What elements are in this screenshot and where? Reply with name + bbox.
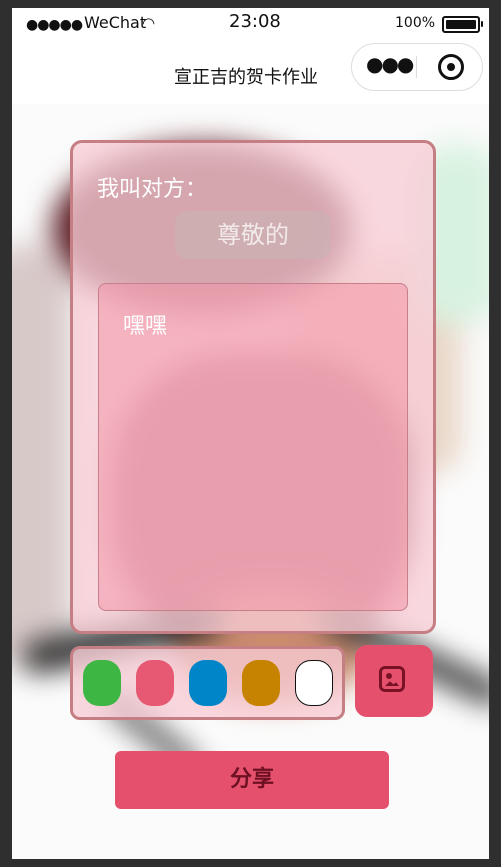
image-icon bbox=[379, 666, 405, 692]
status-bar: ●●●●● WeChat ◠ 23:08 100% bbox=[12, 8, 489, 40]
page-title: 宣正吉的贺卡作业 bbox=[174, 67, 318, 88]
menu-capsule: ●●● bbox=[351, 43, 483, 91]
share-button[interactable]: 分享 bbox=[115, 751, 389, 809]
signal-icon: ●●●●● bbox=[26, 17, 83, 33]
message-text: 嘿嘿 bbox=[123, 314, 168, 339]
color-swatch-blue[interactable] bbox=[189, 660, 227, 706]
call-label: 我叫对方： bbox=[97, 177, 208, 202]
status-time: 23:08 bbox=[229, 11, 281, 32]
battery-icon bbox=[442, 16, 483, 33]
color-swatch-green[interactable] bbox=[83, 660, 121, 706]
battery-percent: 100% bbox=[395, 15, 436, 31]
color-palette bbox=[70, 646, 345, 720]
carrier-label: WeChat bbox=[84, 13, 147, 32]
choose-image-button[interactable] bbox=[355, 645, 433, 717]
color-swatch-white[interactable] bbox=[295, 660, 333, 706]
phone-screen: ●●●●● WeChat ◠ 23:08 100% 宣正吉的贺卡作业 ●●● 我… bbox=[12, 8, 489, 859]
nickname-input[interactable]: 尊敬的 bbox=[175, 211, 331, 259]
message-textarea[interactable]: 嘿嘿 bbox=[98, 283, 408, 611]
nav-bar: 宣正吉的贺卡作业 ●●● bbox=[12, 40, 489, 104]
close-target-icon[interactable] bbox=[438, 54, 464, 80]
color-swatch-pink[interactable] bbox=[136, 660, 174, 706]
more-icon[interactable]: ●●● bbox=[366, 52, 414, 76]
capsule-divider bbox=[416, 56, 417, 78]
wifi-icon: ◠ bbox=[142, 14, 156, 32]
color-swatch-gold[interactable] bbox=[242, 660, 280, 706]
greeting-card: 我叫对方： 尊敬的 嘿嘿 bbox=[70, 140, 436, 634]
